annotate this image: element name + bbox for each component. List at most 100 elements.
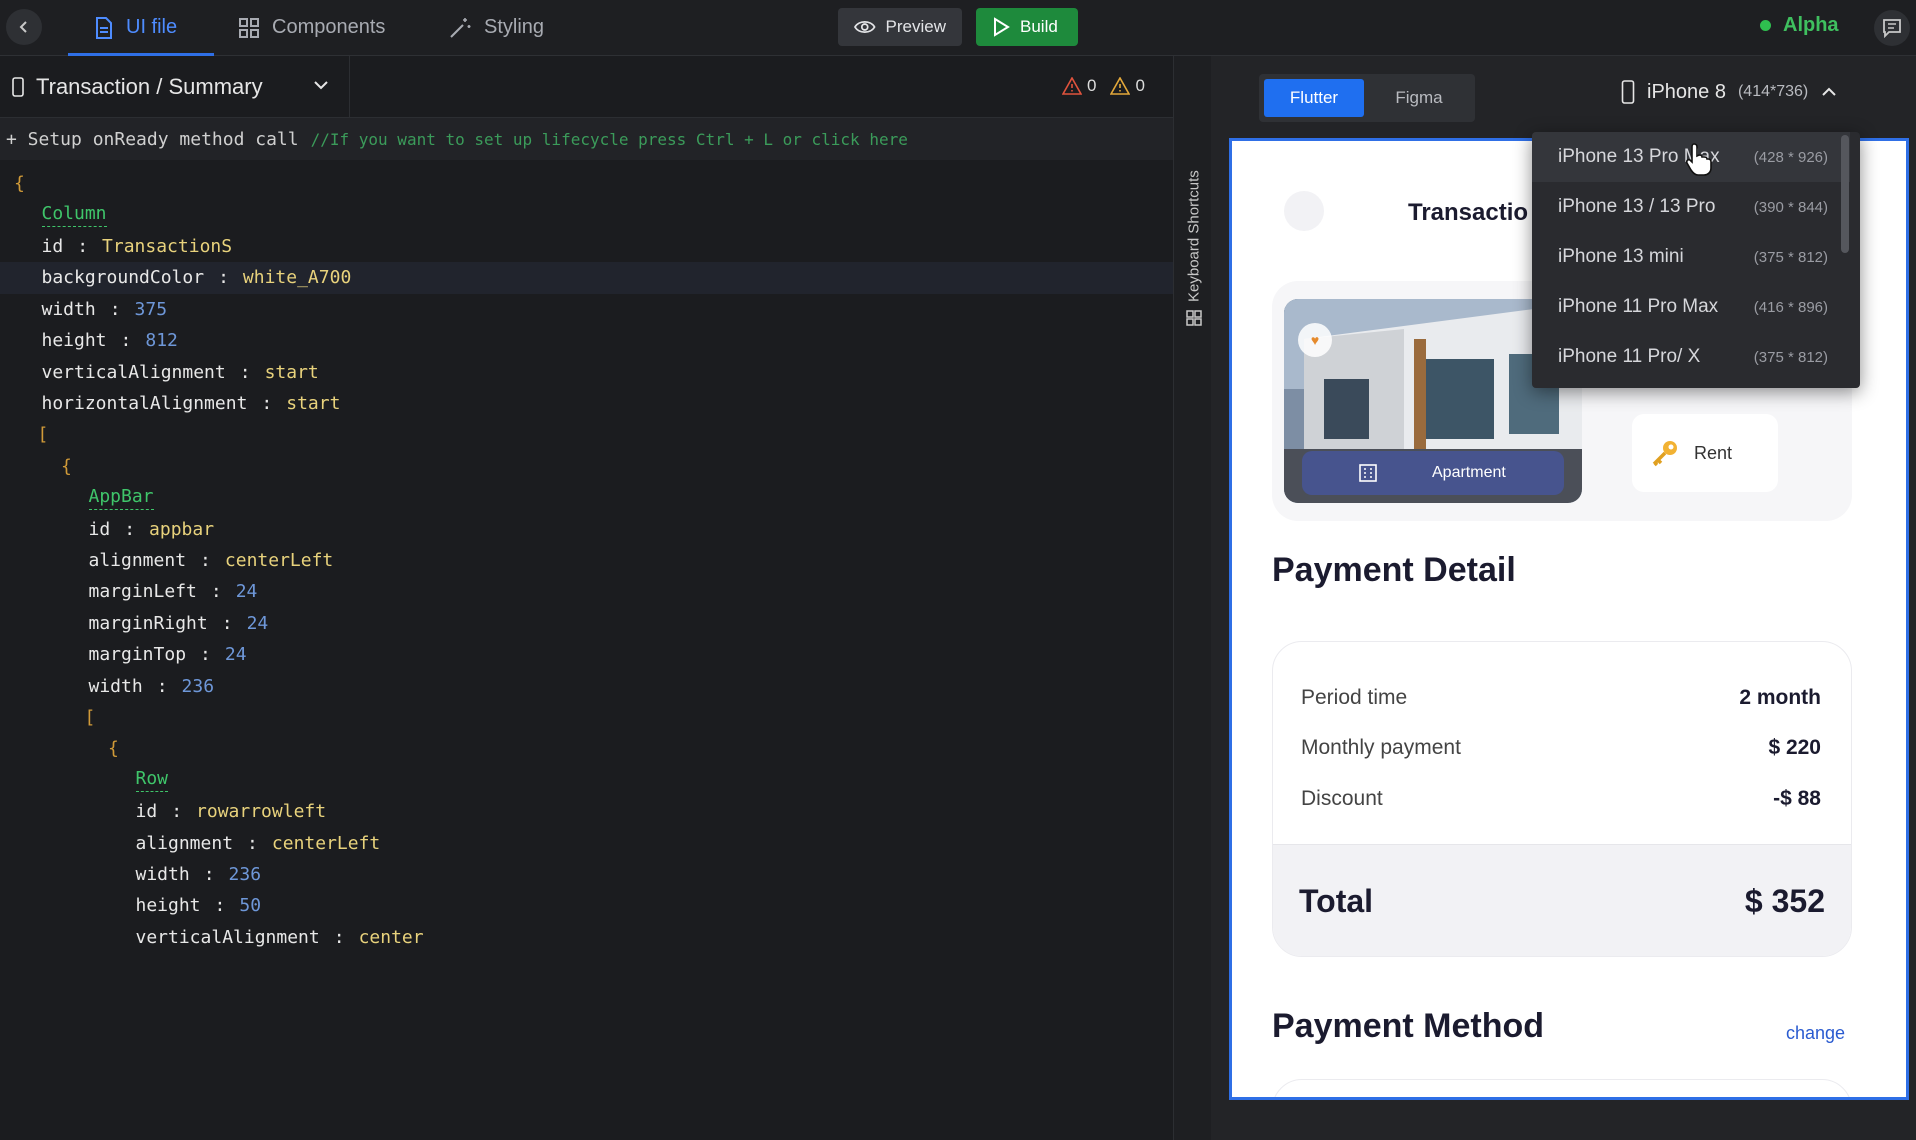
property-value[interactable]: 236: [182, 676, 215, 697]
code-line[interactable]: Row: [0, 765, 1173, 796]
code-line[interactable]: Column: [0, 199, 1173, 230]
code-line[interactable]: {: [0, 168, 1173, 199]
grid-icon: [239, 17, 259, 38]
code-line[interactable]: id: rowarrowleft: [0, 796, 1173, 827]
property-value[interactable]: TransactionS: [102, 236, 232, 257]
phone-title: Transactio: [1408, 199, 1529, 226]
property-key: id: [135, 801, 158, 823]
code-line[interactable]: marginRight:24: [0, 608, 1173, 639]
code-line[interactable]: height:812: [0, 325, 1173, 356]
building-icon: [1359, 464, 1377, 482]
preview-button[interactable]: Preview: [838, 8, 962, 46]
code-line[interactable]: alignment: centerLeft: [0, 827, 1173, 858]
phone-back-button[interactable]: [1284, 191, 1324, 231]
code-line[interactable]: horizontalAlignment: start: [0, 388, 1173, 419]
property-value[interactable]: 812: [145, 330, 178, 351]
favorite-icon[interactable]: ♥: [1298, 323, 1332, 357]
property-key: verticalAlignment: [41, 361, 226, 383]
code-bracket: {: [108, 738, 119, 760]
widget-name[interactable]: Column: [41, 203, 107, 228]
build-label: Build: [1020, 17, 1058, 36]
keyboard-shortcuts-panel[interactable]: Keyboard Shortcuts: [1173, 56, 1211, 1140]
rent-chip[interactable]: Rent: [1632, 414, 1778, 492]
file-selector[interactable]: Transaction / Summary: [0, 56, 350, 118]
code-line[interactable]: width:375: [0, 294, 1173, 325]
property-colon: :: [218, 267, 229, 289]
chevron-down-icon: [314, 81, 328, 90]
property-value[interactable]: 24: [247, 613, 269, 634]
code-line[interactable]: id: TransactionS: [0, 231, 1173, 262]
detail-value: -$ 88: [1773, 787, 1821, 810]
payment-detail-card: Period time 2 month Monthly payment $ 22…: [1272, 641, 1852, 957]
property-value[interactable]: centerLeft: [225, 550, 333, 571]
widget-name[interactable]: AppBar: [88, 486, 154, 510]
property-key: width: [88, 675, 143, 697]
framework-figma-button[interactable]: Figma: [1369, 79, 1469, 117]
device-option[interactable]: iPhone 13 mini (375 * 812): [1532, 232, 1850, 282]
device-option[interactable]: iPhone 11 Pro Max (416 * 896): [1532, 282, 1850, 332]
device-selector[interactable]: iPhone 8 (414*736): [1621, 80, 1838, 104]
change-payment-link[interactable]: change: [1786, 1023, 1845, 1044]
property-value[interactable]: white_A700: [243, 267, 351, 288]
code-line[interactable]: [: [0, 702, 1173, 733]
device-option-name: iPhone 11 Pro Max: [1558, 296, 1719, 317]
property-key: backgroundColor: [41, 267, 205, 289]
tab-ui-file[interactable]: UI file: [68, 0, 214, 56]
code-bracket: [: [84, 706, 96, 728]
property-value[interactable]: start: [286, 393, 340, 414]
property-value[interactable]: 375: [135, 299, 168, 320]
detail-value: $ 220: [1768, 736, 1821, 759]
dropdown-scrollbar[interactable]: [1841, 135, 1849, 253]
payment-method-card[interactable]: [1272, 1079, 1852, 1097]
environment-indicator[interactable]: Alpha: [1760, 14, 1839, 37]
property-value[interactable]: 236: [229, 864, 262, 885]
code-line[interactable]: [: [0, 419, 1173, 450]
feedback-button[interactable]: [1874, 10, 1910, 46]
widget-name[interactable]: Row: [135, 768, 169, 793]
device-option-dims: (375 * 812): [1753, 248, 1828, 266]
code-line[interactable]: verticalAlignment: center: [0, 922, 1173, 953]
property-colon: :: [333, 926, 345, 948]
property-value[interactable]: centerLeft: [272, 833, 380, 854]
property-value[interactable]: start: [265, 362, 319, 383]
property-value[interactable]: 50: [239, 895, 261, 916]
back-button[interactable]: [6, 9, 42, 45]
code-line[interactable]: {: [0, 451, 1173, 482]
tab-styling[interactable]: Styling: [448, 0, 544, 55]
code-line[interactable]: AppBar: [0, 482, 1173, 513]
setup-onready-hint[interactable]: + Setup onReady method call //If you wan…: [0, 118, 1173, 160]
code-line[interactable]: width:236: [0, 859, 1173, 890]
warning-counter[interactable]: 0: [1110, 76, 1145, 96]
property-colon: :: [109, 298, 121, 320]
property-value[interactable]: 24: [225, 644, 247, 665]
code-line[interactable]: marginLeft:24: [0, 576, 1173, 607]
property-type-label: Apartment: [1432, 464, 1506, 481]
property-key: height: [135, 895, 201, 917]
property-key: alignment: [88, 549, 187, 571]
detail-row-discount: Discount -$ 88: [1301, 787, 1821, 811]
build-button[interactable]: Build: [976, 8, 1078, 46]
device-option[interactable]: iPhone 11 Pro/ X (375 * 812): [1532, 332, 1850, 382]
device-option[interactable]: iPhone 13 / 13 Pro (390 * 844): [1532, 182, 1850, 232]
property-value[interactable]: 24: [236, 581, 258, 602]
code-line[interactable]: id: appbar: [0, 513, 1173, 544]
framework-flutter-button[interactable]: Flutter: [1264, 79, 1364, 117]
file-title: Transaction / Summary: [36, 74, 263, 99]
file-icon: [96, 16, 112, 39]
property-value[interactable]: center: [359, 927, 424, 948]
property-key: marginLeft: [88, 581, 197, 603]
tab-components[interactable]: Components: [238, 0, 385, 55]
property-value[interactable]: appbar: [149, 519, 214, 540]
property-key: horizontalAlignment: [41, 392, 248, 414]
code-line[interactable]: height:50: [0, 890, 1173, 921]
code-line[interactable]: width:236: [0, 670, 1173, 701]
code-line[interactable]: marginTop:24: [0, 639, 1173, 670]
mobile-icon: [1621, 80, 1635, 104]
code-line[interactable]: alignment: centerLeft: [0, 545, 1173, 576]
code-line[interactable]: {: [0, 733, 1173, 764]
property-value[interactable]: rowarrowleft: [196, 801, 326, 822]
problem-counters[interactable]: 0 0: [1062, 76, 1145, 96]
code-line[interactable]: verticalAlignment: start: [0, 356, 1173, 387]
error-counter[interactable]: 0: [1062, 76, 1096, 96]
code-line[interactable]: backgroundColor: white_A700: [0, 262, 1173, 294]
